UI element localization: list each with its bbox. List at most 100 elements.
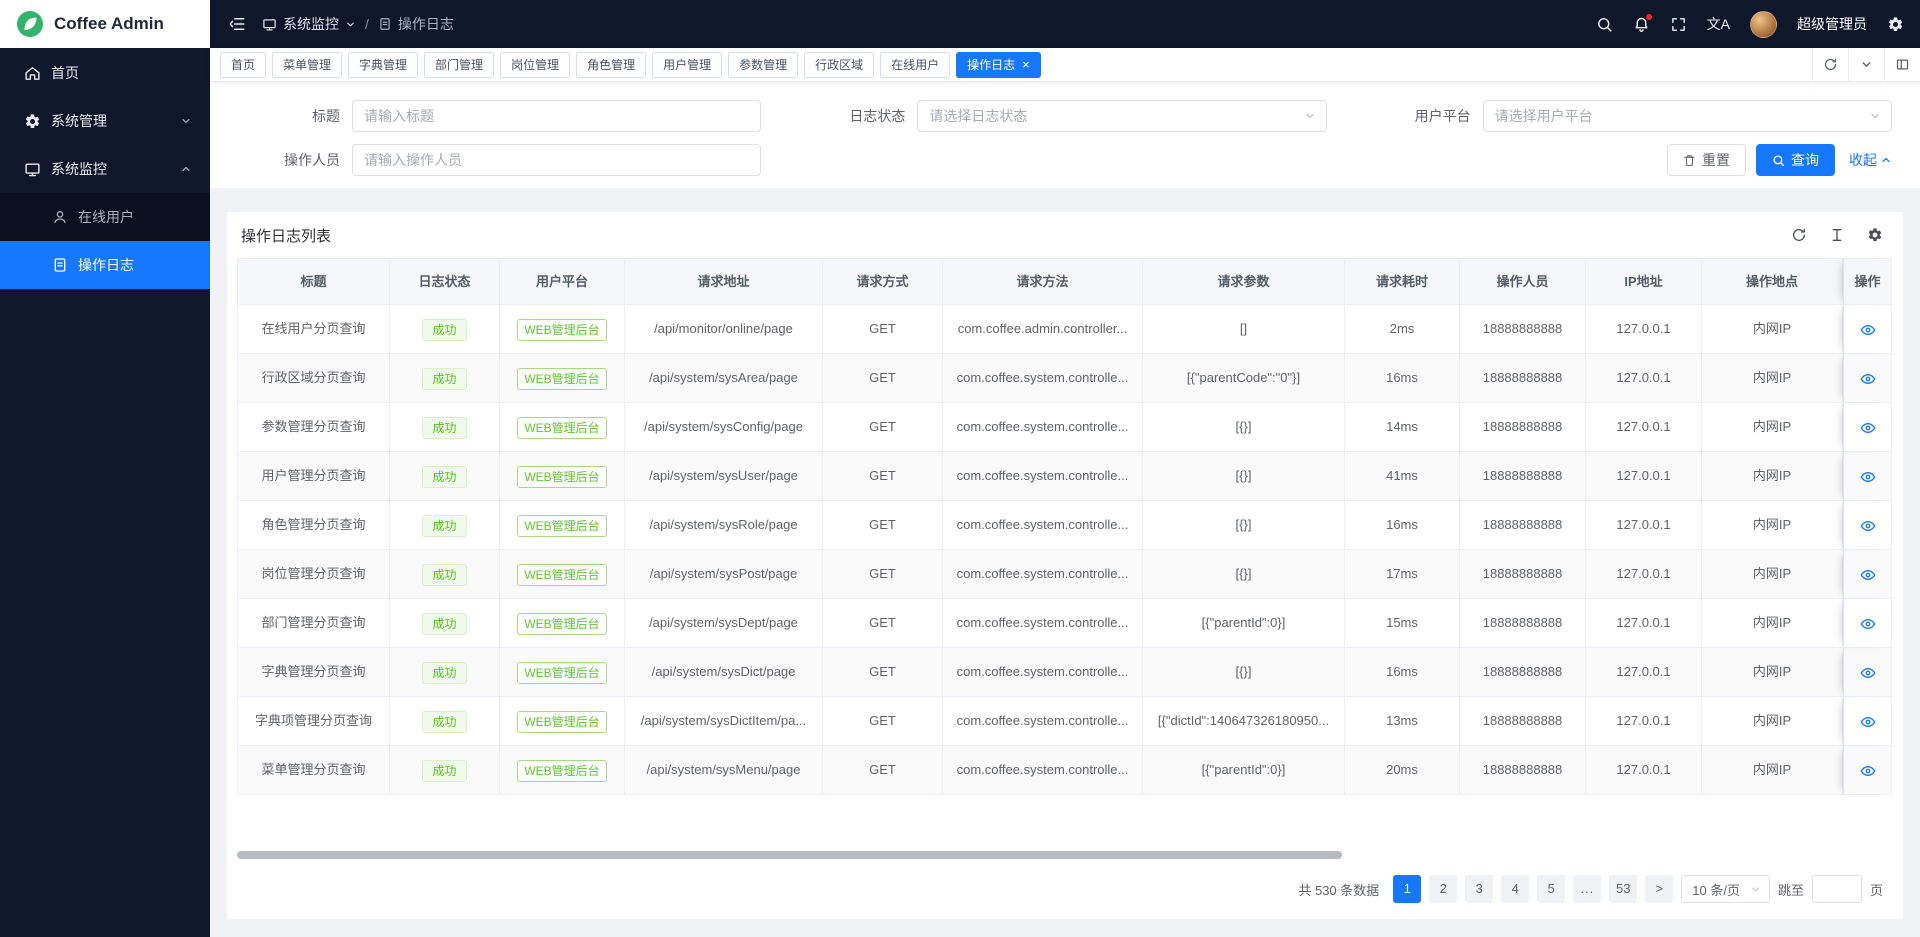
view-detail-eye-icon[interactable] — [1860, 322, 1876, 338]
page-button[interactable]: 53 — [1609, 875, 1637, 903]
tab-close-icon[interactable]: × — [1022, 58, 1030, 71]
density-icon[interactable] — [1829, 227, 1845, 243]
refresh-icon[interactable] — [1812, 48, 1848, 81]
tab-item[interactable]: 部门管理 — [424, 52, 494, 78]
settings-gear-icon[interactable] — [1887, 16, 1904, 33]
operator-filter-input[interactable] — [352, 144, 761, 176]
content: 标题 日志状态 请选择日志状态 用户平台 — [210, 82, 1920, 937]
tab-item[interactable]: 首页 — [220, 52, 266, 78]
sidebar-menu: 首页 系统管理 系统监控 — [0, 48, 210, 937]
table-cell: com.coffee.system.controlle... — [943, 354, 1143, 403]
sidebar-item-home[interactable]: 首页 — [0, 49, 210, 97]
reset-button[interactable]: 重置 — [1667, 144, 1746, 176]
table-cell: 18888888888 — [1460, 697, 1586, 746]
column-header: IP地址 — [1586, 258, 1702, 305]
jump-page-input[interactable] — [1812, 875, 1862, 903]
sidebar-item-online-users[interactable]: 在线用户 — [0, 193, 210, 241]
search-icon[interactable] — [1596, 16, 1613, 33]
home-icon — [24, 65, 41, 82]
table-cell: com.coffee.system.controlle... — [943, 648, 1143, 697]
tab-item[interactable]: 参数管理 — [728, 52, 798, 78]
page-button[interactable]: 3 — [1465, 875, 1493, 903]
table-cell: GET — [823, 746, 943, 795]
tab-item[interactable]: 角色管理 — [576, 52, 646, 78]
layout-icon[interactable] — [1884, 48, 1920, 81]
cell-user-platform: WEB管理后台 — [500, 697, 625, 746]
breadcrumb-separator: / — [365, 16, 369, 32]
tab-item[interactable]: 菜单管理 — [272, 52, 342, 78]
next-page-button[interactable]: > — [1645, 875, 1673, 903]
menu-label: 首页 — [51, 63, 79, 83]
log-status-select[interactable]: 请选择日志状态 — [917, 100, 1326, 132]
page-button[interactable]: 2 — [1429, 875, 1457, 903]
table-cell: 部门管理分页查询 — [237, 599, 390, 648]
page-button[interactable]: 5 — [1537, 875, 1565, 903]
title-filter-input[interactable] — [352, 100, 761, 132]
table-cell: 127.0.0.1 — [1586, 746, 1702, 795]
cell-log-status: 成功 — [390, 501, 500, 550]
menu-label: 在线用户 — [78, 207, 134, 227]
tab-actions-chevron-down-icon[interactable] — [1848, 48, 1884, 81]
fullscreen-icon[interactable] — [1670, 16, 1687, 33]
table-cell: /api/system/sysConfig/page — [625, 403, 823, 452]
tab-item[interactable]: 岗位管理 — [500, 52, 570, 78]
cell-user-platform: WEB管理后台 — [500, 305, 625, 354]
table-cell: 15ms — [1345, 599, 1460, 648]
search-button[interactable]: 查询 — [1756, 144, 1835, 176]
table-cell: [] — [1143, 305, 1345, 354]
sidebar-item-operation-logs[interactable]: 操作日志 — [0, 241, 210, 289]
table-cell: 内网IP — [1702, 550, 1843, 599]
view-detail-eye-icon[interactable] — [1860, 518, 1876, 534]
chevron-down-icon — [1869, 110, 1881, 122]
table-cell: 内网IP — [1702, 354, 1843, 403]
table-cell: GET — [823, 697, 943, 746]
view-detail-eye-icon[interactable] — [1860, 665, 1876, 681]
chevron-up-icon — [1880, 154, 1892, 166]
column-header: 请求参数 — [1143, 258, 1345, 305]
sidebar-item-system-management[interactable]: 系统管理 — [0, 97, 210, 145]
table-cell: 内网IP — [1702, 501, 1843, 550]
tab-list: 首页菜单管理字典管理部门管理岗位管理角色管理用户管理参数管理行政区域在线用户操作… — [220, 52, 1047, 78]
scrollbar-thumb[interactable] — [237, 851, 1342, 859]
page-button[interactable]: 4 — [1501, 875, 1529, 903]
chevron-up-icon — [180, 163, 192, 175]
tab-item[interactable]: 在线用户 — [880, 52, 950, 78]
column-settings-gear-icon[interactable] — [1867, 227, 1883, 243]
page-ellipsis[interactable]: ... — [1573, 875, 1601, 903]
view-detail-eye-icon[interactable] — [1860, 371, 1876, 387]
table-cell: 内网IP — [1702, 697, 1843, 746]
cell-log-status: 成功 — [390, 354, 500, 403]
username[interactable]: 超级管理员 — [1797, 14, 1867, 34]
view-detail-eye-icon[interactable] — [1860, 567, 1876, 583]
page-size-select[interactable]: 10 条/页 — [1681, 875, 1770, 903]
search-button-label: 查询 — [1791, 150, 1819, 170]
avatar[interactable] — [1750, 11, 1777, 38]
view-detail-eye-icon[interactable] — [1860, 469, 1876, 485]
sidebar-toggle-icon[interactable] — [228, 15, 246, 33]
view-detail-eye-icon[interactable] — [1860, 714, 1876, 730]
horizontal-scrollbar[interactable] — [237, 851, 1893, 859]
view-detail-eye-icon[interactable] — [1860, 420, 1876, 436]
document-icon — [52, 257, 68, 273]
table-cell: /api/system/sysPost/page — [625, 550, 823, 599]
page-button[interactable]: 1 — [1393, 875, 1421, 903]
breadcrumb-system-monitor[interactable]: 系统监控 — [262, 14, 356, 34]
collapse-button[interactable]: 收起 — [1849, 150, 1892, 170]
table-cell: [{"dictId":140647326180950... — [1143, 697, 1345, 746]
pagination: 共 530 条数据 12345...53 > 10 条/页 跳至 页 — [227, 869, 1903, 919]
table-cell: 16ms — [1345, 354, 1460, 403]
table-cell: 127.0.0.1 — [1586, 648, 1702, 697]
tab-item[interactable]: 用户管理 — [652, 52, 722, 78]
view-detail-eye-icon[interactable] — [1860, 616, 1876, 632]
user-platform-select[interactable]: 请选择用户平台 — [1483, 100, 1892, 132]
translate-icon[interactable]: 文A — [1707, 14, 1730, 34]
operator-filter: 操作人员 — [220, 144, 761, 176]
refresh-icon[interactable] — [1791, 227, 1807, 243]
tab-item[interactable]: 字典管理 — [348, 52, 418, 78]
tab-item[interactable]: 行政区域 — [804, 52, 874, 78]
notification-bell-icon[interactable] — [1633, 16, 1650, 33]
sidebar-item-system-monitor[interactable]: 系统监控 — [0, 145, 210, 193]
view-detail-eye-icon[interactable] — [1860, 763, 1876, 779]
column-header: 用户平台 — [500, 258, 625, 305]
tab-item[interactable]: 操作日志× — [956, 52, 1041, 78]
